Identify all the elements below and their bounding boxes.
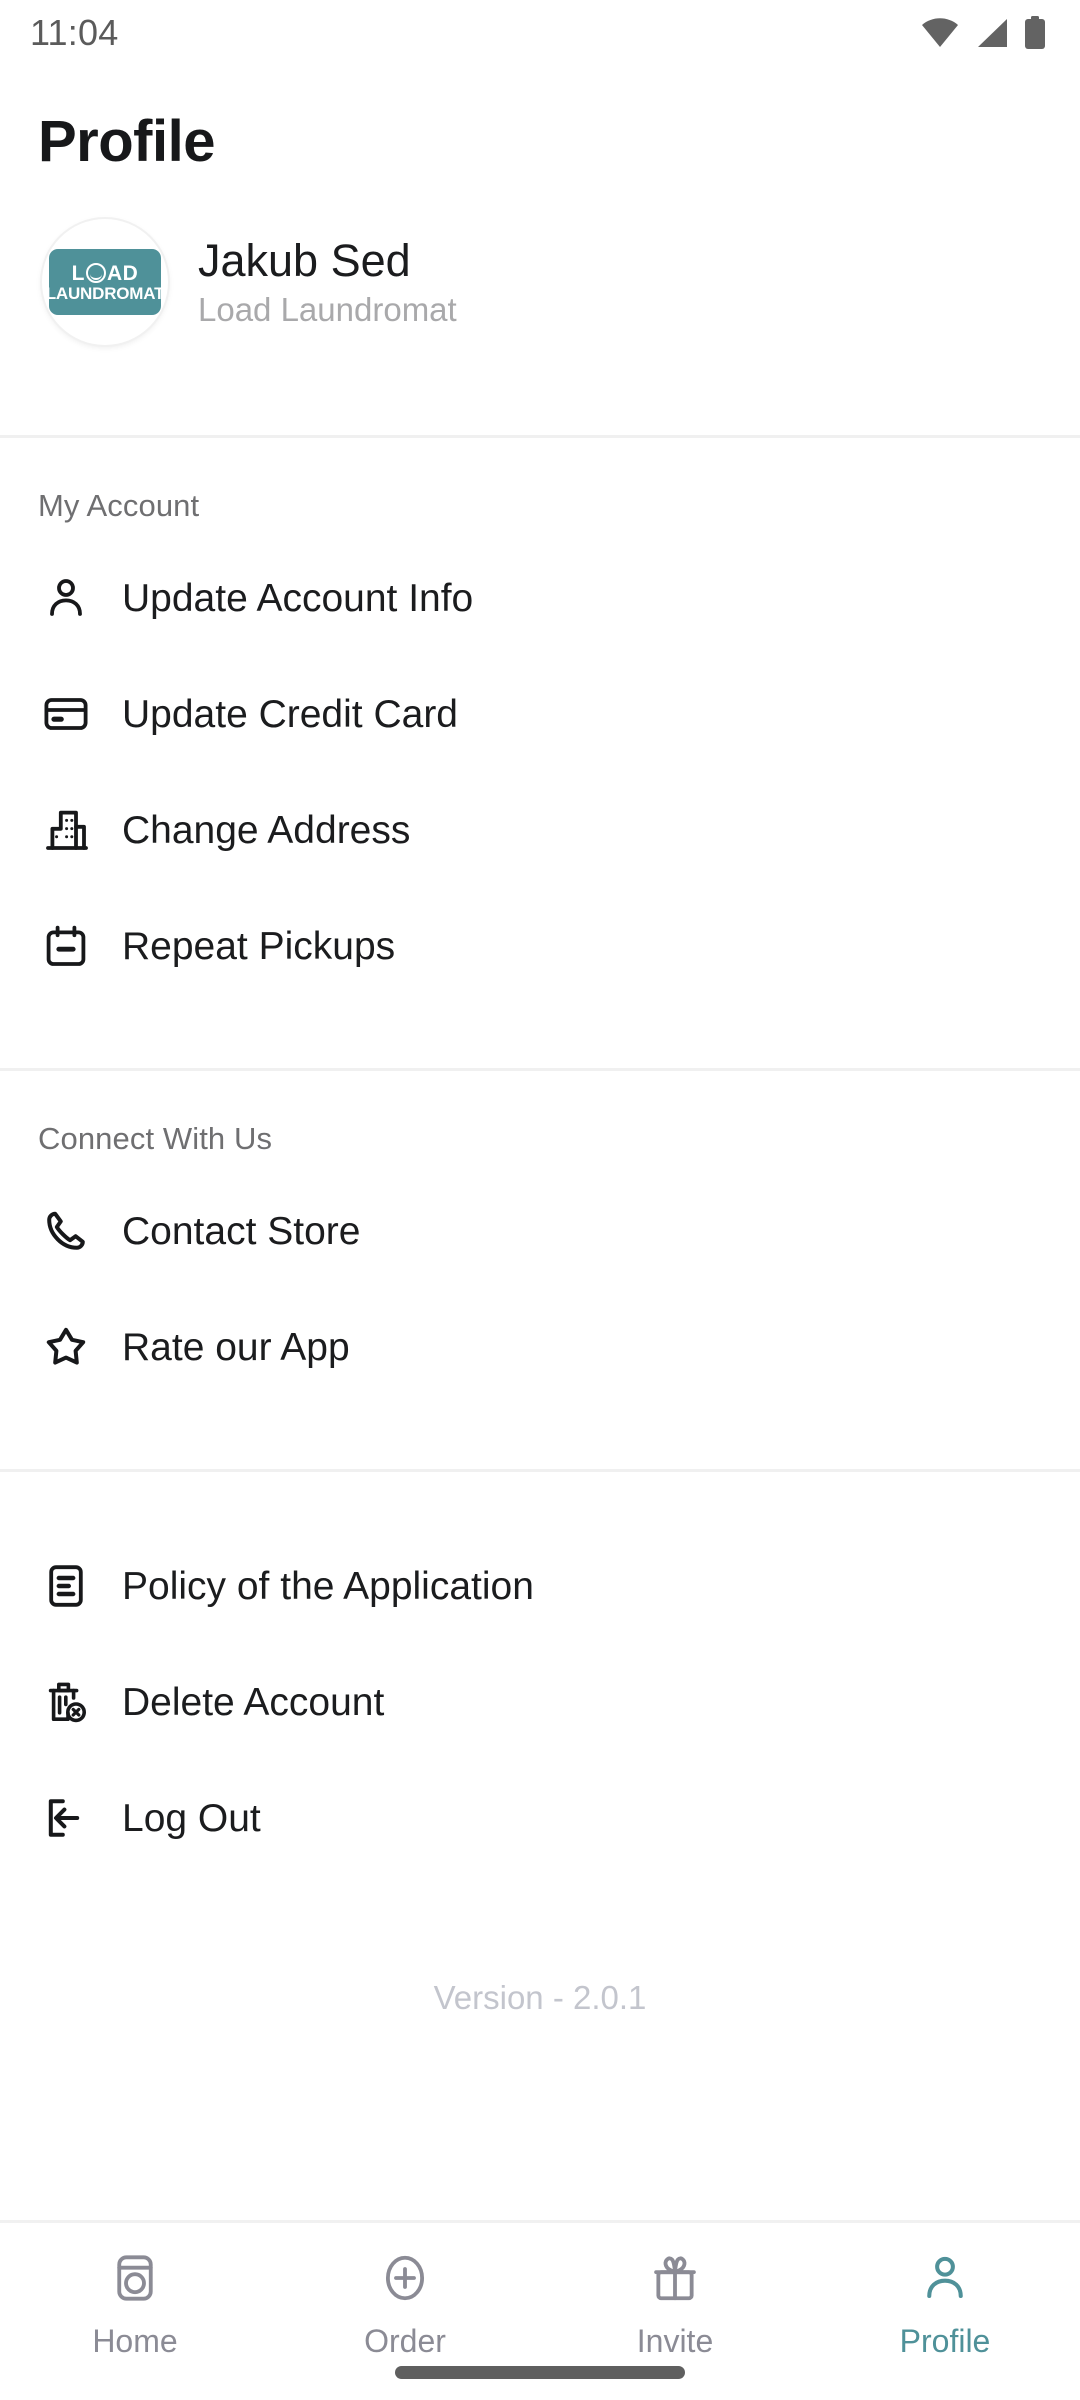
load-laundromat-logo: L AD LAUNDROMAT <box>46 249 164 315</box>
status-bar-icons <box>920 16 1046 50</box>
profile-header[interactable]: L AD LAUNDROMAT Jakub Sed Load Laundroma… <box>0 175 1080 345</box>
nav-item-home[interactable]: Home <box>0 2249 270 2357</box>
menu-item-label: Update Credit Card <box>122 692 458 736</box>
plus-circle-icon <box>376 2249 434 2307</box>
cellular-signal-icon <box>974 17 1010 49</box>
home-indicator[interactable] <box>395 2365 685 2379</box>
logo-letter-l: L <box>71 261 85 285</box>
menu-item-contact-store[interactable]: Contact Store <box>0 1173 1080 1289</box>
page-title: Profile <box>38 109 216 174</box>
menu-item-label: Rate our App <box>122 1325 350 1369</box>
logo-letters-ad: AD <box>106 261 139 285</box>
home-indicator-area <box>0 2344 1080 2400</box>
trash-delete-icon <box>38 1674 94 1730</box>
menu-item-label: Log Out <box>122 1796 261 1840</box>
credit-card-icon <box>38 686 94 742</box>
spacer-after-profile <box>0 345 1080 435</box>
menu-item-delete-account[interactable]: Delete Account <box>0 1644 1080 1760</box>
avatar[interactable]: L AD LAUNDROMAT <box>42 219 168 345</box>
profile-subtitle: Load Laundromat <box>198 290 457 328</box>
menu-list-my-account: Update Account Info Update Credit Card C… <box>0 524 1080 1004</box>
logo-line-2: LAUNDROMAT <box>45 283 165 303</box>
calendar-minus-icon <box>38 918 94 974</box>
logout-arrow-icon <box>38 1790 94 1846</box>
document-lines-icon <box>38 1558 94 1614</box>
menu-item-update-credit-card[interactable]: Update Credit Card <box>0 656 1080 772</box>
section-label-connect-with-us: Connect With Us <box>38 1121 273 1156</box>
building-icon <box>38 802 94 858</box>
menu-item-label: Change Address <box>122 808 411 852</box>
profile-screen: 11:04 Profile L AD LAUNDROMAT Jakub Sed … <box>0 0 1080 2400</box>
menu-item-log-out[interactable]: Log Out <box>0 1760 1080 1876</box>
section-label-my-account: My Account <box>38 488 200 523</box>
menu-item-label: Repeat Pickups <box>122 924 396 968</box>
phone-icon <box>38 1203 94 1259</box>
section-my-account: My Account Update Account Info Update Cr… <box>0 438 1080 1004</box>
menu-item-change-address[interactable]: Change Address <box>0 772 1080 888</box>
section-connect-with-us: Connect With Us Contact Store Rate our A… <box>0 1071 1080 1405</box>
wifi-icon <box>920 17 960 49</box>
gift-icon <box>646 2249 704 2307</box>
menu-item-rate-our-app[interactable]: Rate our App <box>0 1289 1080 1405</box>
person-icon <box>38 570 94 626</box>
logo-wave-circle-icon <box>85 263 106 283</box>
nav-item-order[interactable]: Order <box>270 2249 540 2357</box>
nav-item-invite[interactable]: Invite <box>540 2249 810 2357</box>
profile-text: Jakub Sed Load Laundromat <box>198 236 457 328</box>
menu-list-account-actions: Policy of the Application Delete Account… <box>0 1472 1080 1876</box>
spacer-after-section-2 <box>0 1405 1080 1469</box>
logo-line-1: L AD <box>72 263 139 284</box>
status-bar: 11:04 <box>0 0 1080 66</box>
nav-item-profile[interactable]: Profile <box>810 2249 1080 2357</box>
section-account-actions: Policy of the Application Delete Account… <box>0 1472 1080 1876</box>
menu-item-update-account-info[interactable]: Update Account Info <box>0 540 1080 656</box>
profile-name: Jakub Sed <box>198 235 411 287</box>
status-bar-time: 11:04 <box>30 12 119 53</box>
person-icon <box>916 2249 974 2307</box>
menu-item-label: Delete Account <box>122 1680 385 1724</box>
battery-icon <box>1024 16 1046 50</box>
star-outline-icon <box>38 1319 94 1375</box>
menu-item-repeat-pickups[interactable]: Repeat Pickups <box>0 888 1080 1004</box>
spacer-after-section-1 <box>0 1004 1080 1068</box>
menu-list-connect-with-us: Contact Store Rate our App <box>0 1157 1080 1405</box>
washing-machine-icon <box>106 2249 164 2307</box>
menu-item-policy-of-the-application[interactable]: Policy of the Application <box>0 1528 1080 1644</box>
menu-item-label: Policy of the Application <box>122 1564 534 1608</box>
menu-item-label: Contact Store <box>122 1209 361 1253</box>
menu-item-label: Update Account Info <box>122 576 474 620</box>
app-version: Version - 2.0.1 <box>433 1979 647 2016</box>
